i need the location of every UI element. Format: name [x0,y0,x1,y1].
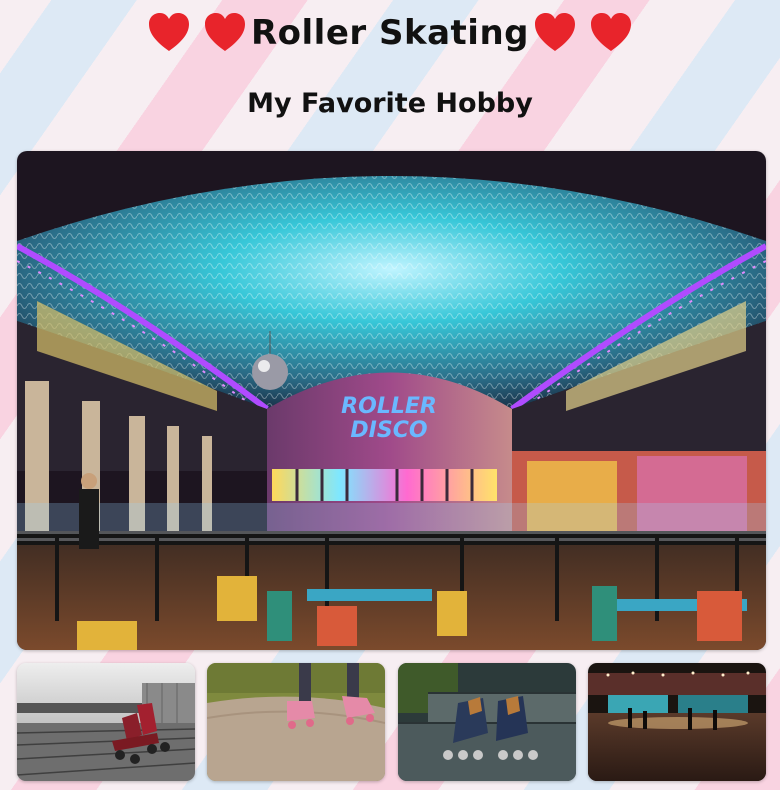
heart-icon [533,11,577,55]
thumbnail-indoor-rink[interactable] [588,663,766,781]
heart-icon [203,11,247,55]
title-row: Roller Skating [0,8,780,58]
neon-sign-line1: ROLLER [341,394,437,419]
hero-image: ROLLER DISCO [17,151,766,650]
heart-icon [147,11,191,55]
heart-icon [589,11,633,55]
thumbnail-pink-skates[interactable] [207,663,385,781]
thumbnail-red-skates[interactable] [17,663,195,781]
neon-sign-line2: DISCO [350,418,427,443]
thumbnail-gallery [17,663,766,781]
page-title: Roller Skating [250,13,529,53]
thumbnail-inline-skates[interactable] [398,663,576,781]
page-header: Roller Skating My Favorite Hobby [0,0,780,150]
page-subtitle: My Favorite Hobby [247,88,533,119]
